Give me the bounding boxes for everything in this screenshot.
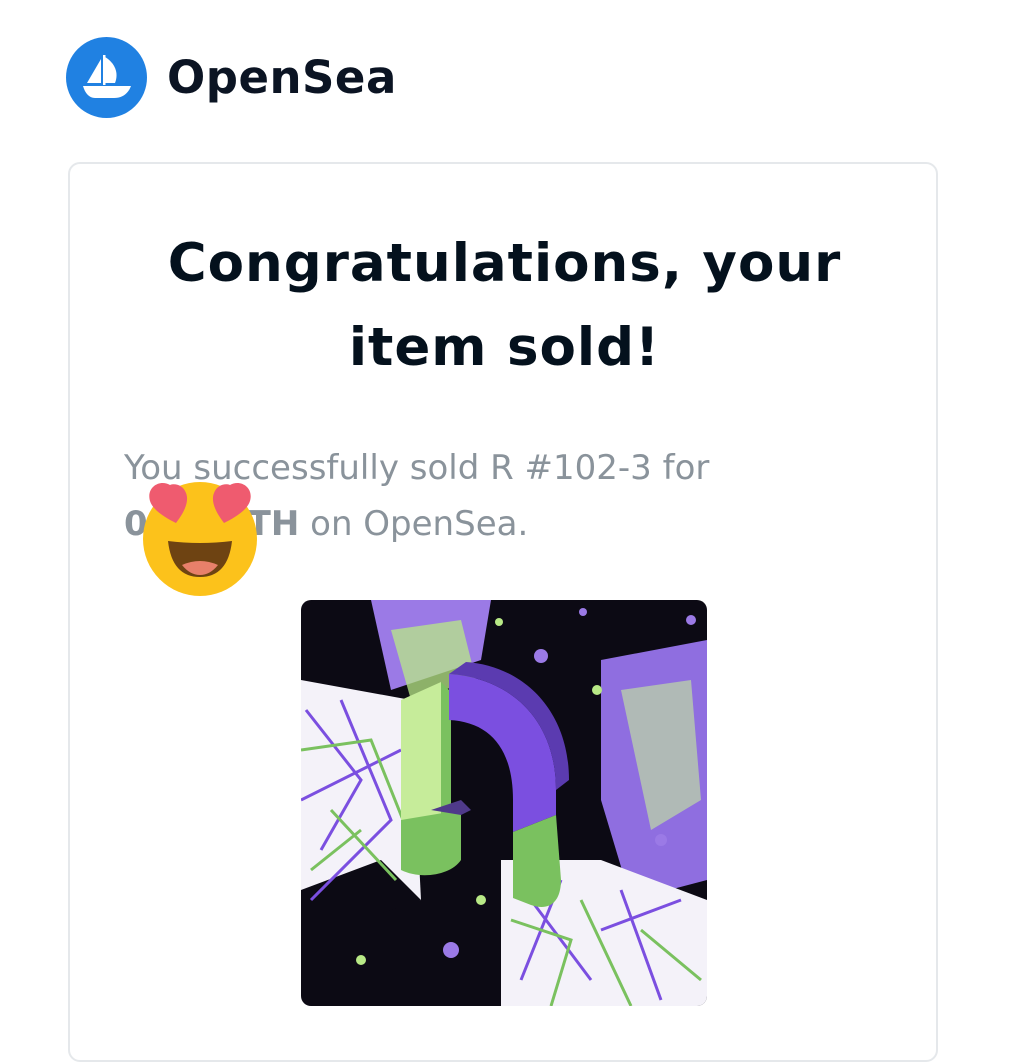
- title-line-2: item sold!: [348, 317, 661, 378]
- opensea-logo-icon[interactable]: [66, 37, 147, 118]
- email-header: OpenSea: [66, 37, 397, 118]
- brand-name[interactable]: OpenSea: [167, 55, 397, 100]
- nft-artwork-image[interactable]: [301, 600, 707, 1006]
- heart-eyes-emoji-icon: [138, 477, 262, 597]
- page-title: Congratulations, your item sold!: [0, 222, 1009, 390]
- desc-suffix: on OpenSea.: [310, 504, 529, 544]
- title-line-1: Congratulations, your: [167, 233, 842, 294]
